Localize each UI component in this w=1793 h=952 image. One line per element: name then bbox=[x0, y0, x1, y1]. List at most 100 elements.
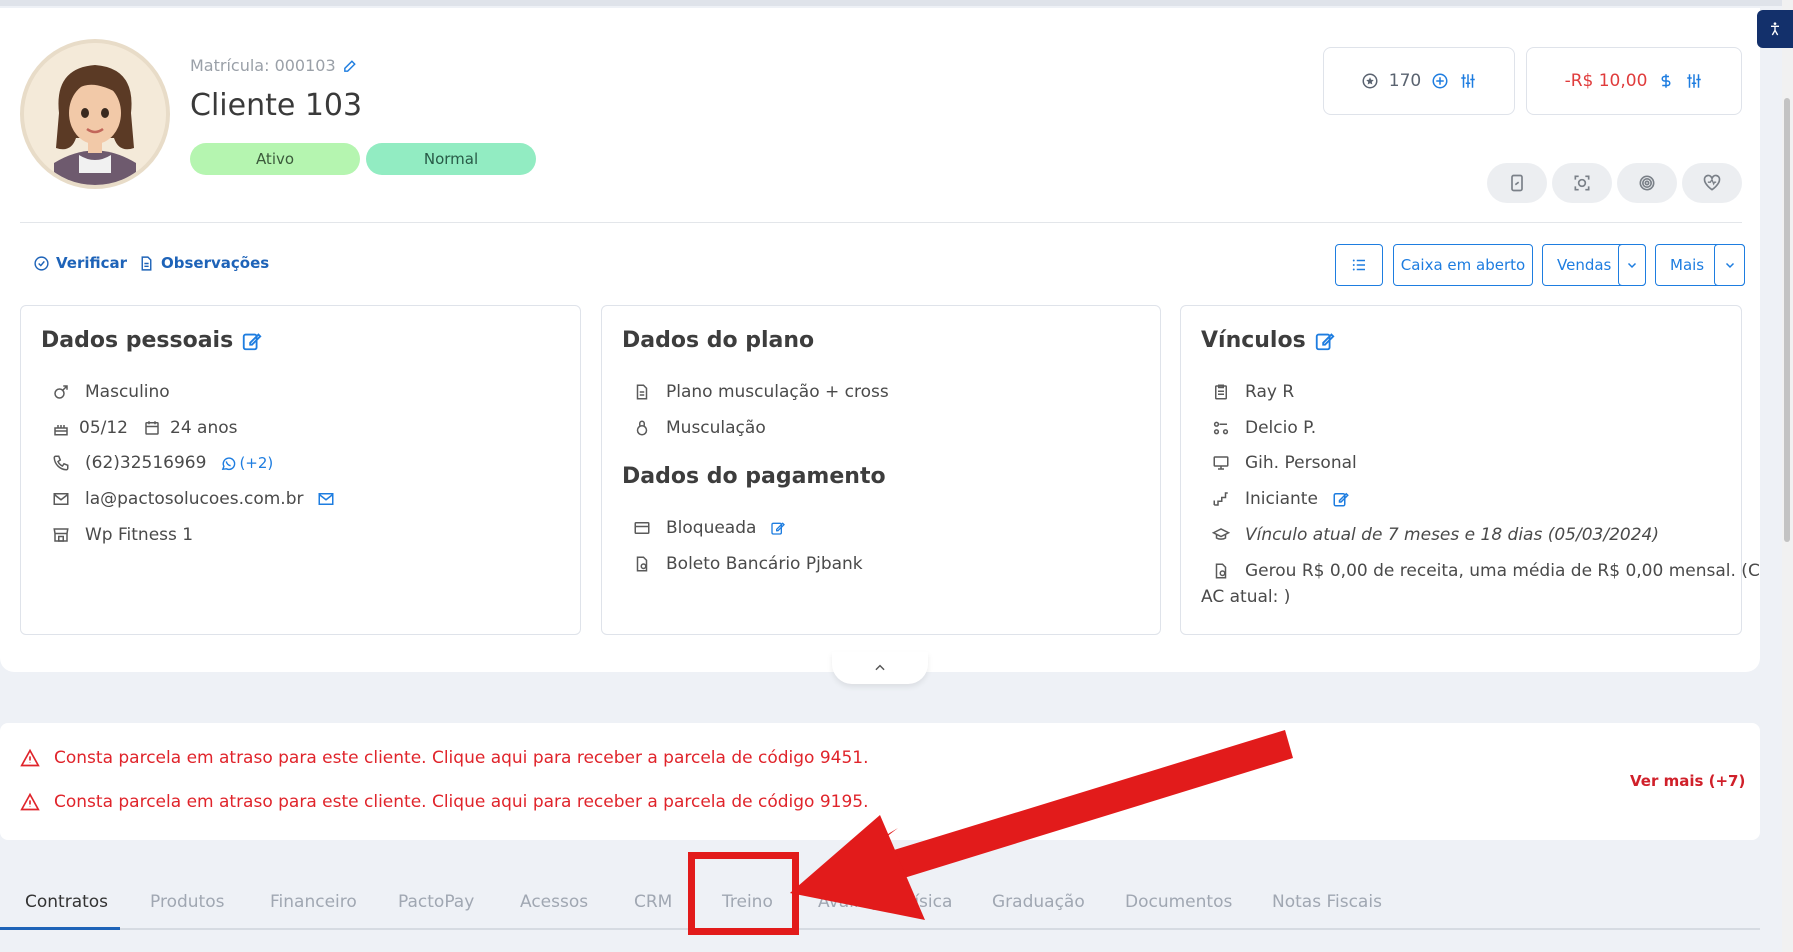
invoice-icon bbox=[632, 554, 652, 574]
dados-pagamento-title: Dados do pagamento bbox=[622, 464, 886, 489]
caixa-em-aberto-button[interactable]: Caixa em aberto bbox=[1393, 244, 1533, 286]
receita-continuation: AC atual: ) bbox=[1201, 587, 1290, 607]
face-recognition-button[interactable] bbox=[1552, 163, 1612, 203]
list-button[interactable] bbox=[1335, 244, 1383, 286]
payment-method-row: Boleto Bancário Pjbank bbox=[632, 554, 863, 574]
card-value: Bloqueada bbox=[666, 518, 757, 538]
receita-line1: Gerou R$ 0,00 de receita, uma média de R… bbox=[1245, 561, 1760, 581]
tab-pactopay[interactable]: PactoPay bbox=[398, 892, 474, 912]
dados-plano-title: Dados do plano bbox=[622, 328, 815, 353]
vinculos-title-text: Vínculos bbox=[1201, 328, 1306, 353]
badge-star-icon bbox=[1362, 73, 1378, 89]
mobile-app-button[interactable] bbox=[1487, 163, 1547, 203]
edit-icon[interactable] bbox=[770, 520, 786, 536]
edit-icon[interactable] bbox=[241, 330, 263, 352]
gender-row: Masculino bbox=[51, 382, 170, 402]
modality-value: Musculação bbox=[666, 418, 766, 438]
gender-value: Masculino bbox=[85, 382, 170, 402]
health-button[interactable] bbox=[1682, 163, 1742, 203]
face-scan-icon bbox=[1574, 175, 1590, 191]
tab-graduacao[interactable]: Graduação bbox=[992, 892, 1085, 912]
level-row: Iniciante bbox=[1211, 489, 1350, 509]
cake-icon bbox=[51, 418, 71, 438]
warning-icon bbox=[20, 792, 40, 811]
unit-row: Wp Fitness 1 bbox=[51, 525, 193, 545]
professor-row: Delcio P. bbox=[1211, 418, 1316, 438]
vendas-label: Vendas bbox=[1557, 256, 1612, 274]
alert-item[interactable]: Consta parcela em atraso para este clien… bbox=[20, 792, 869, 812]
email-value: la@pactosolucoes.com.br bbox=[85, 489, 304, 509]
vinculos-title: Vínculos bbox=[1201, 328, 1336, 353]
whatsapp-extra: (+2) bbox=[239, 454, 274, 472]
ver-mais-link[interactable]: Ver mais (+7) bbox=[1630, 772, 1745, 790]
group-icon bbox=[1211, 418, 1231, 438]
phone-value: (62)32516969 bbox=[85, 453, 207, 473]
avatar-illustration bbox=[24, 43, 166, 185]
consultor-row: Ray R bbox=[1211, 382, 1294, 402]
alert-text: Consta parcela em atraso para este clien… bbox=[54, 748, 869, 768]
vendas-dropdown[interactable] bbox=[1618, 244, 1646, 286]
accessibility-icon bbox=[1771, 22, 1779, 36]
calendar-icon bbox=[142, 418, 162, 438]
plan-row: Plano musculação + cross bbox=[632, 382, 889, 402]
points-value: 170 bbox=[1388, 71, 1422, 91]
edit-icon[interactable] bbox=[1332, 490, 1350, 508]
balance-value: -R$ 10,00 bbox=[1564, 71, 1648, 91]
fingerprint-icon bbox=[1639, 175, 1655, 191]
points-box: 170 bbox=[1323, 47, 1515, 115]
observacoes-label: Observações bbox=[161, 254, 270, 272]
tab-financeiro[interactable]: Financeiro bbox=[270, 892, 357, 912]
tabs-bar: Contratos Produtos Financeiro PactoPay A… bbox=[0, 876, 1760, 930]
mobile-icon bbox=[1511, 174, 1523, 192]
observacoes-link[interactable]: Observações bbox=[138, 254, 269, 272]
annotation-highlight-box bbox=[688, 852, 799, 935]
mais-dropdown[interactable] bbox=[1714, 244, 1745, 286]
consultor-value: Ray R bbox=[1245, 382, 1295, 402]
collapse-toggle[interactable] bbox=[832, 652, 928, 684]
dados-plano-panel: Dados do plano Plano musculação + cross … bbox=[601, 305, 1161, 635]
tab-contratos[interactable]: Contratos bbox=[25, 892, 108, 912]
modality-row: Musculação bbox=[632, 418, 766, 438]
send-email-icon[interactable] bbox=[317, 490, 335, 508]
header-divider bbox=[20, 222, 1742, 223]
chevron-up-icon bbox=[875, 664, 885, 671]
receita-line2: AC atual: ) bbox=[1201, 587, 1291, 607]
vinculos-panel: Vínculos Ray R Delcio P. Gih. Personal I… bbox=[1180, 305, 1760, 635]
tab-notas-fiscais[interactable]: Notas Fiscais bbox=[1272, 892, 1382, 912]
email-row: la@pactosolucoes.com.br bbox=[51, 489, 335, 509]
edit-icon[interactable] bbox=[342, 57, 359, 74]
age-value: 24 anos bbox=[170, 418, 238, 438]
birthday-value: 05/12 bbox=[79, 418, 128, 438]
tab-crm[interactable]: CRM bbox=[634, 892, 672, 912]
document-icon bbox=[141, 255, 152, 271]
card-row: Bloqueada bbox=[632, 518, 786, 538]
tab-documentos[interactable]: Documentos bbox=[1125, 892, 1232, 912]
edit-icon[interactable] bbox=[1314, 330, 1336, 352]
sliders-icon[interactable] bbox=[1685, 72, 1703, 90]
payment-method-value: Boleto Bancário Pjbank bbox=[666, 554, 863, 574]
whatsapp-link[interactable]: (+2) bbox=[220, 454, 273, 472]
vinculo-atual-row: Vínculo atual de 7 meses e 18 dias (05/0… bbox=[1211, 525, 1659, 545]
tab-avaliacao-fisica[interactable]: Avaliação Física bbox=[818, 892, 952, 912]
store-icon bbox=[51, 525, 71, 545]
fingerprint-button[interactable] bbox=[1617, 163, 1677, 203]
accessibility-button[interactable] bbox=[1757, 10, 1793, 48]
mais-label: Mais bbox=[1670, 256, 1705, 274]
alert-item[interactable]: Consta parcela em atraso para este clien… bbox=[20, 748, 869, 768]
dollar-icon[interactable] bbox=[1657, 72, 1675, 90]
check-circle-icon bbox=[34, 255, 49, 271]
phone-row: (62)32516969 (+2) bbox=[51, 453, 273, 473]
sliders-icon[interactable] bbox=[1459, 72, 1477, 90]
level-value: Iniciante bbox=[1245, 489, 1318, 509]
receita-row: Gerou R$ 0,00 de receita, uma média de R… bbox=[1211, 561, 1760, 581]
plus-circle-icon[interactable] bbox=[1431, 72, 1449, 90]
personal-row: Gih. Personal bbox=[1211, 453, 1357, 473]
kettlebell-icon bbox=[632, 418, 652, 438]
tab-produtos[interactable]: Produtos bbox=[150, 892, 224, 912]
balance-box: -R$ 10,00 bbox=[1526, 47, 1742, 115]
scrollbar-thumb[interactable] bbox=[1784, 98, 1790, 542]
verificar-link[interactable]: Verificar bbox=[33, 254, 127, 272]
tab-acessos[interactable]: Acessos bbox=[520, 892, 588, 912]
matricula-text: Matrícula: 000103 bbox=[190, 56, 336, 75]
client-avatar[interactable] bbox=[20, 39, 170, 189]
